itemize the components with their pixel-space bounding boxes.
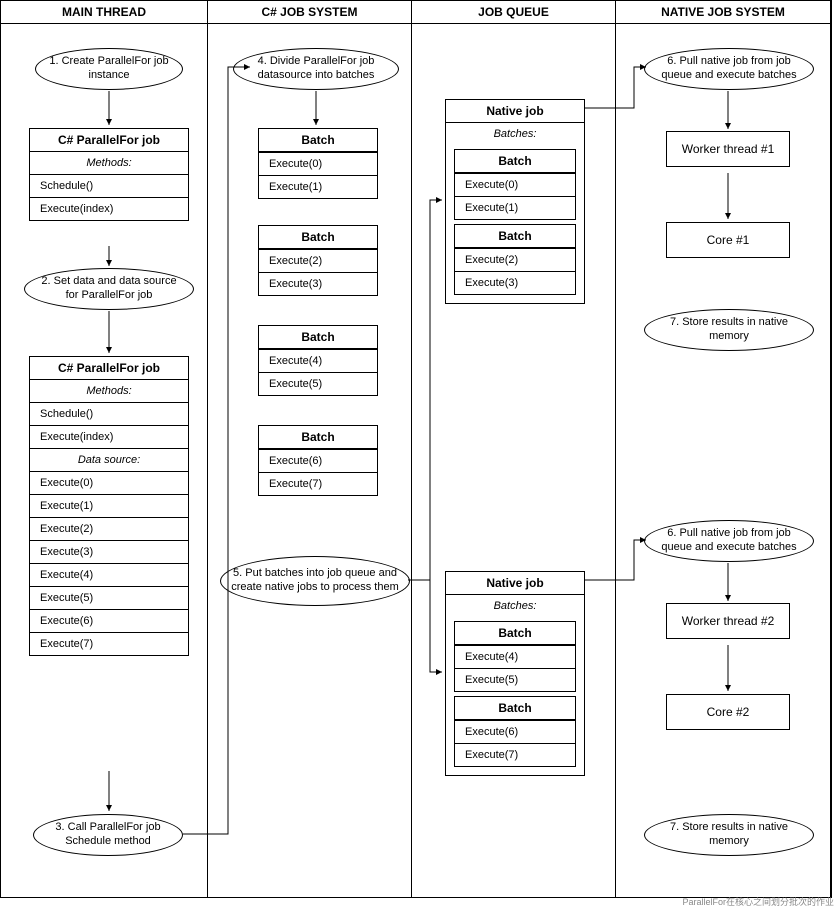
step-7a-bubble: 7. Store results in native memory [644, 309, 814, 351]
batch-row: Execute(0) [455, 173, 575, 196]
batch-title: Batch [455, 150, 575, 173]
native-job-2: Native job Batches: Batch Execute(4) Exe… [445, 571, 585, 776]
job-sub: Data source: [30, 448, 188, 471]
native-sub: Batches: [446, 123, 584, 145]
job-1-box: C# ParallelFor job Methods: Schedule() E… [29, 128, 189, 221]
batch-row: Execute(1) [259, 175, 377, 198]
worker-1: Worker thread #1 [666, 131, 790, 167]
job-row: Execute(1) [30, 494, 188, 517]
step-4-bubble: 4. Divide ParallelFor job datasource int… [233, 48, 399, 90]
step-1-bubble: 1. Create ParallelFor job instance [35, 48, 183, 90]
job-sub: Methods: [30, 152, 188, 174]
job-row: Execute(2) [30, 517, 188, 540]
col-header: MAIN THREAD [1, 1, 207, 24]
job-row: Execute(0) [30, 471, 188, 494]
batch-row: Execute(7) [455, 743, 575, 766]
native-title: Native job [446, 100, 584, 123]
batch-row: Execute(7) [259, 472, 377, 495]
core-2: Core #2 [666, 694, 790, 730]
native-batch: Batch Execute(4) Execute(5) [454, 621, 576, 692]
batch-2: Batch Execute(4) Execute(5) [258, 325, 378, 396]
native-batch: Batch Execute(2) Execute(3) [454, 224, 576, 295]
job-title: C# ParallelFor job [30, 129, 188, 152]
native-sub: Batches: [446, 595, 584, 617]
batch-row: Execute(5) [455, 668, 575, 691]
native-batch: Batch Execute(6) Execute(7) [454, 696, 576, 767]
job-row: Execute(3) [30, 540, 188, 563]
native-job-1: Native job Batches: Batch Execute(0) Exe… [445, 99, 585, 304]
batch-row: Execute(2) [259, 249, 377, 272]
batch-row: Execute(2) [455, 248, 575, 271]
batch-title: Batch [259, 326, 377, 349]
batch-row: Execute(1) [455, 196, 575, 219]
batch-row: Execute(4) [259, 349, 377, 372]
step-6b-bubble: 6. Pull native job from job queue and ex… [644, 520, 814, 562]
col-job-queue: JOB QUEUE Native job Batches: Batch Exec… [412, 1, 616, 897]
job-row: Execute(index) [30, 425, 188, 448]
batch-row: Execute(3) [259, 272, 377, 295]
batch-3: Batch Execute(6) Execute(7) [258, 425, 378, 496]
step-2-bubble: 2. Set data and data source for Parallel… [24, 268, 194, 310]
batch-title: Batch [259, 426, 377, 449]
step-5-bubble: 5. Put batches into job queue and create… [220, 556, 410, 606]
col-cs-job-system: C# JOB SYSTEM 4. Divide ParallelFor job … [208, 1, 412, 897]
job-title: C# ParallelFor job [30, 357, 188, 380]
caption: ParallelFor在核心之间划分批次的作业 [682, 895, 834, 908]
batch-title: Batch [455, 622, 575, 645]
batch-row: Execute(5) [259, 372, 377, 395]
batch-title: Batch [259, 226, 377, 249]
step-3-bubble: 3. Call ParallelFor job Schedule method [33, 814, 183, 856]
native-batch: Batch Execute(0) Execute(1) [454, 149, 576, 220]
col-header: JOB QUEUE [412, 1, 615, 24]
batch-row: Execute(4) [455, 645, 575, 668]
step-7b-bubble: 7. Store results in native memory [644, 814, 814, 856]
job-row: Schedule() [30, 402, 188, 425]
job-2-box: C# ParallelFor job Methods: Schedule() E… [29, 356, 189, 656]
batch-row: Execute(3) [455, 271, 575, 294]
job-row: Execute(7) [30, 632, 188, 655]
col-header: C# JOB SYSTEM [208, 1, 411, 24]
batch-row: Execute(6) [455, 720, 575, 743]
native-title: Native job [446, 572, 584, 595]
batch-1: Batch Execute(2) Execute(3) [258, 225, 378, 296]
job-row: Execute(4) [30, 563, 188, 586]
core-1: Core #1 [666, 222, 790, 258]
diagram-grid: MAIN THREAD 1. Create ParallelFor job in… [0, 0, 832, 898]
batch-title: Batch [455, 697, 575, 720]
batch-row: Execute(6) [259, 449, 377, 472]
batch-0: Batch Execute(0) Execute(1) [258, 128, 378, 199]
worker-2: Worker thread #2 [666, 603, 790, 639]
job-row: Execute(6) [30, 609, 188, 632]
batch-row: Execute(0) [259, 152, 377, 175]
job-row: Execute(index) [30, 197, 188, 220]
batch-title: Batch [259, 129, 377, 152]
job-row: Schedule() [30, 174, 188, 197]
job-sub: Methods: [30, 380, 188, 402]
col-main-thread: MAIN THREAD 1. Create ParallelFor job in… [1, 1, 208, 897]
batch-title: Batch [455, 225, 575, 248]
job-row: Execute(5) [30, 586, 188, 609]
col-native-job-system: NATIVE JOB SYSTEM 6. Pull native job fro… [616, 1, 831, 897]
step-6a-bubble: 6. Pull native job from job queue and ex… [644, 48, 814, 90]
col-header: NATIVE JOB SYSTEM [616, 1, 830, 24]
